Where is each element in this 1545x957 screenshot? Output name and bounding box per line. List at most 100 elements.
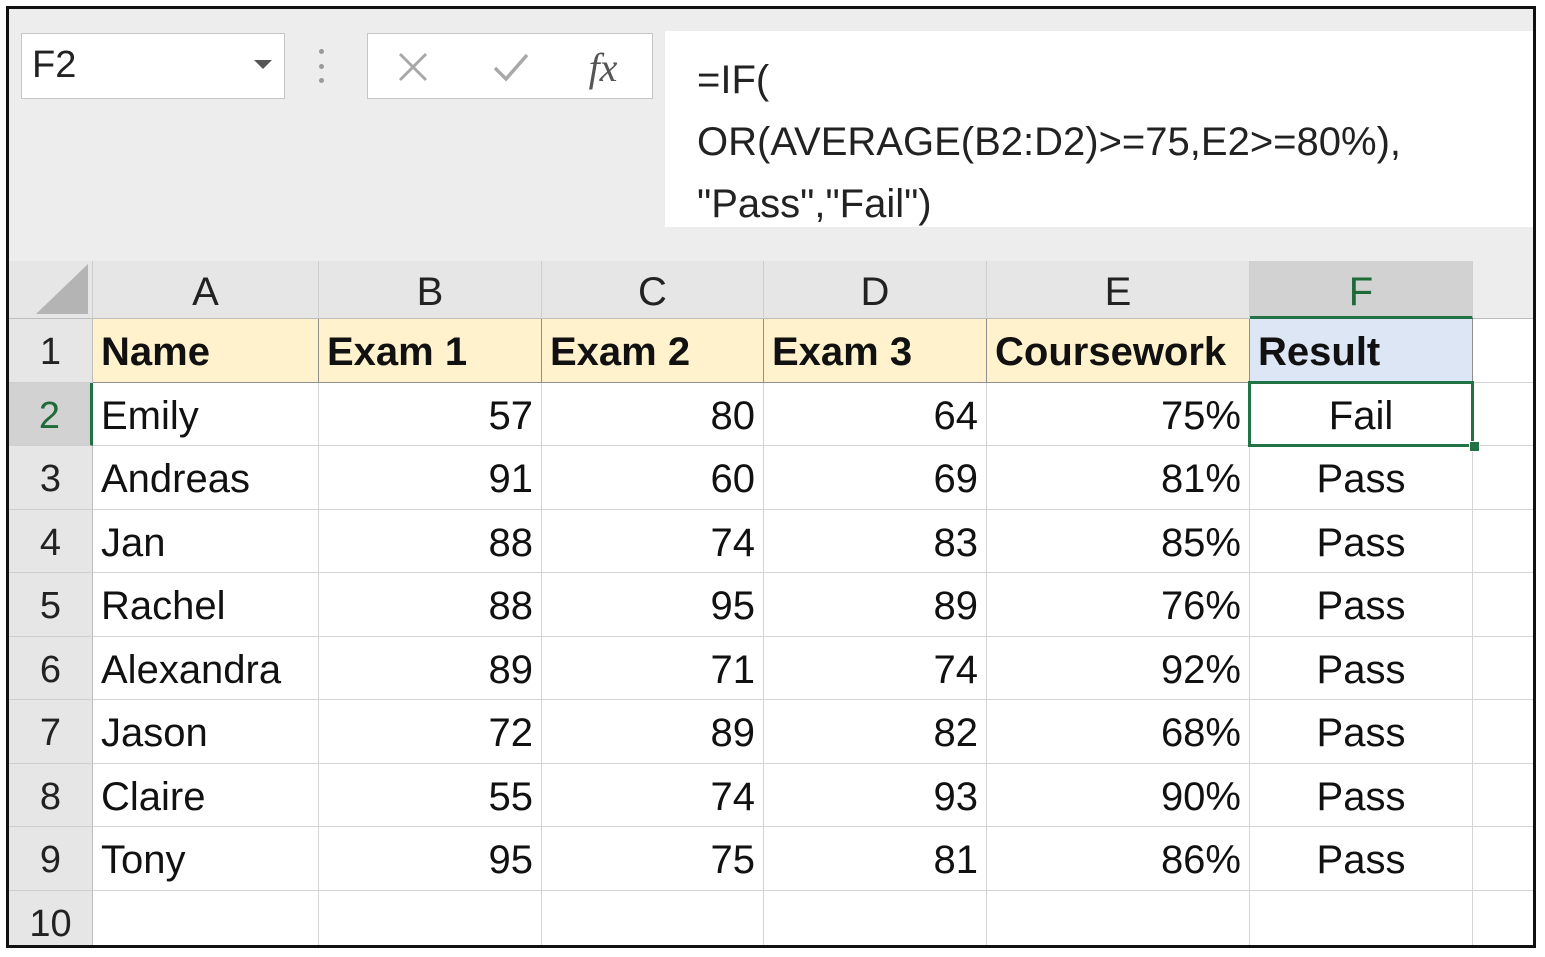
cell-f7[interactable]: Pass [1250,700,1473,764]
cell-empty[interactable] [1473,764,1533,827]
row-header-8[interactable]: 8 [9,763,93,827]
row-header-10[interactable]: 10 [9,890,93,945]
cell-c3[interactable]: 60 [542,446,764,510]
cell-d10[interactable] [764,890,987,945]
cell-d2[interactable]: 64 [764,382,987,446]
name-box[interactable]: F2 [21,33,285,99]
cell-a1[interactable]: Name [93,319,319,383]
cell-f6[interactable]: Pass [1250,636,1473,700]
cell-c10[interactable] [542,890,764,945]
cell-b9[interactable]: 95 [319,827,542,891]
cell-a5[interactable]: Rachel [93,573,319,637]
row-header-1[interactable]: 1 [9,319,93,383]
cell-f2[interactable]: Fail [1250,382,1473,446]
cell-c9[interactable]: 75 [542,827,764,891]
table-row: 7 Jason 72 89 82 68% Pass [9,700,1533,764]
row-header-4[interactable]: 4 [9,509,93,573]
column-header-b[interactable]: B [319,261,542,319]
cell-d5[interactable]: 89 [764,573,987,637]
cell-f1[interactable]: Result [1250,319,1473,383]
cell-empty[interactable] [1473,319,1533,383]
cell-empty[interactable] [1473,383,1533,446]
column-header-f[interactable]: F [1250,261,1473,319]
formula-input[interactable]: =IF( OR(AVERAGE(B2:D2)>=75,E2>=80%), "Pa… [665,31,1533,227]
row-header-5[interactable]: 5 [9,573,93,637]
cell-e2[interactable]: 75% [987,382,1250,446]
formula-line: "Pass","Fail") [697,182,932,226]
cell-c7[interactable]: 89 [542,700,764,764]
cell-f3[interactable]: Pass [1250,446,1473,510]
column-header-c[interactable]: C [542,261,764,319]
cell-f8[interactable]: Pass [1250,763,1473,827]
cell-c8[interactable]: 74 [542,763,764,827]
row-header-7[interactable]: 7 [9,700,93,764]
cell-e5[interactable]: 76% [987,573,1250,637]
cell-a7[interactable]: Jason [93,700,319,764]
cell-c1[interactable]: Exam 2 [542,319,764,383]
cell-a8[interactable]: Claire [93,763,319,827]
cell-b5[interactable]: 88 [319,573,542,637]
cell-empty[interactable] [1473,891,1533,946]
cell-a2[interactable]: Emily [93,382,319,446]
cell-d8[interactable]: 93 [764,763,987,827]
formula-buttons: fx [367,33,653,99]
row-header-3[interactable]: 3 [9,446,93,510]
cell-a6[interactable]: Alexandra [93,636,319,700]
cell-d7[interactable]: 82 [764,700,987,764]
row-header-9[interactable]: 9 [9,827,93,891]
column-header-a[interactable]: A [93,261,319,319]
cell-e3[interactable]: 81% [987,446,1250,510]
close-icon[interactable] [378,34,448,100]
cell-empty[interactable] [1473,637,1533,700]
insert-function-button[interactable]: fx [568,34,638,100]
cell-e6[interactable]: 92% [987,636,1250,700]
cell-d1[interactable]: Exam 3 [764,319,987,383]
cell-d3[interactable]: 69 [764,446,987,510]
excel-window: F2 fx =IF( OR(AVERAGE(B2:D2)>=75,E2>=80%… [6,6,1536,948]
cell-b8[interactable]: 55 [319,763,542,827]
cell-c5[interactable]: 95 [542,573,764,637]
cell-e8[interactable]: 90% [987,763,1250,827]
check-icon[interactable] [476,34,546,100]
cell-b2[interactable]: 57 [319,382,542,446]
cell-f4[interactable]: Pass [1250,509,1473,573]
cell-e1[interactable]: Coursework [987,319,1250,383]
cell-empty[interactable] [1473,446,1533,510]
cell-e7[interactable]: 68% [987,700,1250,764]
cell-e10[interactable] [987,890,1250,945]
column-header-e[interactable]: E [987,261,1250,319]
cell-a9[interactable]: Tony [93,827,319,891]
cell-d6[interactable]: 74 [764,636,987,700]
cell-f5[interactable]: Pass [1250,573,1473,637]
cell-d9[interactable]: 81 [764,827,987,891]
select-all-button[interactable] [9,261,93,319]
cell-empty[interactable] [1473,510,1533,573]
cell-e4[interactable]: 85% [987,509,1250,573]
fill-handle[interactable] [1469,441,1480,452]
cell-c6[interactable]: 71 [542,636,764,700]
cell-empty[interactable] [1473,700,1533,764]
cell-c4[interactable]: 74 [542,509,764,573]
cell-c2[interactable]: 80 [542,382,764,446]
column-header-d[interactable]: D [764,261,987,319]
cell-a3[interactable]: Andreas [93,446,319,510]
cell-b3[interactable]: 91 [319,446,542,510]
cell-e9[interactable]: 86% [987,827,1250,891]
table-row: 6 Alexandra 89 71 74 92% Pass [9,636,1533,700]
cell-f10[interactable] [1250,890,1473,945]
cell-b10[interactable] [319,890,542,945]
drag-handle-icon[interactable] [319,49,325,83]
row-header-2[interactable]: 2 [9,382,93,446]
cell-empty[interactable] [1473,827,1533,891]
cell-b1[interactable]: Exam 1 [319,319,542,383]
cell-b7[interactable]: 72 [319,700,542,764]
cell-f9[interactable]: Pass [1250,827,1473,891]
cell-d4[interactable]: 83 [764,509,987,573]
cell-b6[interactable]: 89 [319,636,542,700]
cell-a4[interactable]: Jan [93,509,319,573]
chevron-down-icon[interactable] [254,60,272,69]
row-header-6[interactable]: 6 [9,636,93,700]
cell-empty[interactable] [1473,573,1533,637]
cell-b4[interactable]: 88 [319,509,542,573]
cell-a10[interactable] [93,890,319,945]
